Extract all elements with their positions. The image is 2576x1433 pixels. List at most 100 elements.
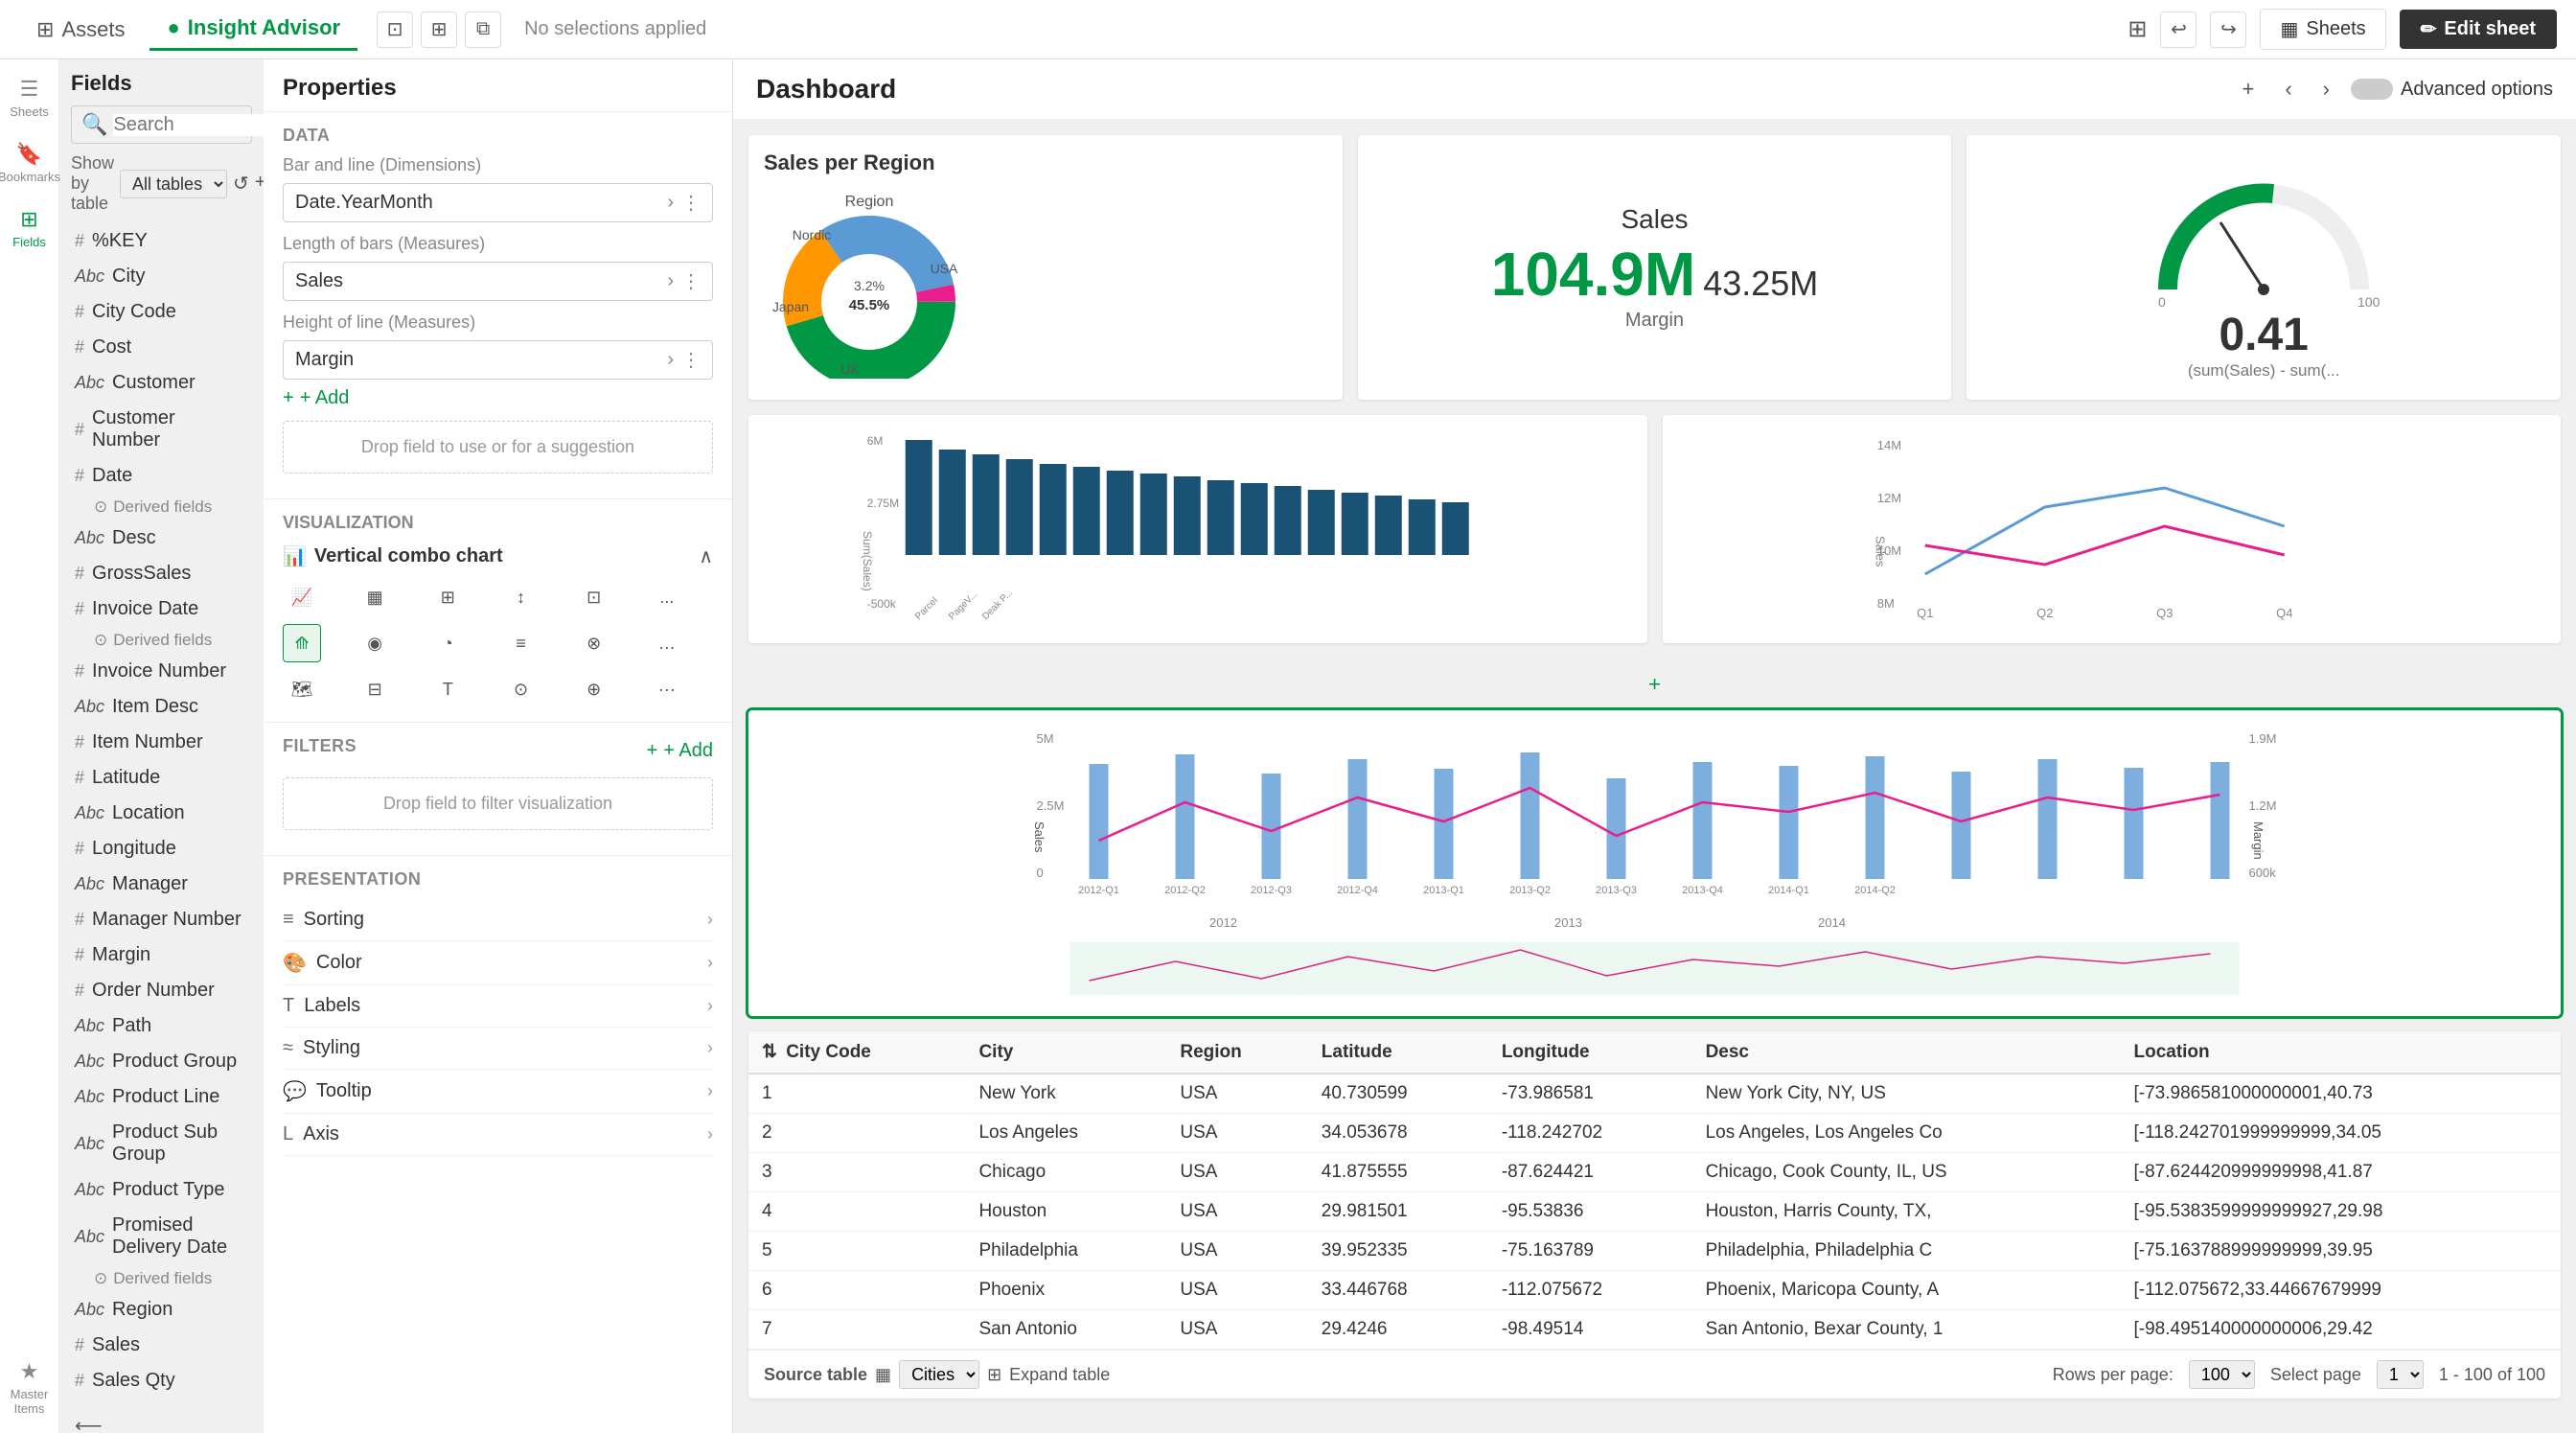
viz-chevron-icon[interactable]: ∧ bbox=[699, 544, 713, 568]
axis-item[interactable]: L Axis › bbox=[283, 1114, 713, 1156]
collapse-sidebar-btn[interactable]: ⟵ bbox=[71, 1406, 252, 1433]
field-item-manager-number[interactable]: #Manager Number bbox=[71, 902, 252, 937]
col-latitude[interactable]: Latitude bbox=[1308, 1031, 1488, 1074]
sidebar-tab-master-items[interactable]: ★ Master Items bbox=[3, 1350, 57, 1425]
col-desc[interactable]: Desc bbox=[1692, 1031, 2121, 1074]
viz-map-icon[interactable]: 🗺 bbox=[283, 670, 321, 708]
edit-sheet-button[interactable]: ✏ Edit sheet bbox=[2400, 10, 2557, 49]
field-item-sales[interactable]: #Sales bbox=[71, 1328, 252, 1363]
field-item-product-type[interactable]: AbcProduct Type bbox=[71, 1172, 252, 1208]
field-item-invoice-date[interactable]: #Invoice Date bbox=[71, 591, 252, 627]
viz-dots-icon[interactable]: … bbox=[648, 624, 686, 662]
tool-icon-btn[interactable]: ⧉ bbox=[465, 12, 501, 48]
select-page-select[interactable]: 1 bbox=[2377, 1360, 2424, 1389]
sidebar-tab-sheets[interactable]: ☰ Sheets bbox=[3, 67, 57, 128]
add-chart-btn[interactable]: + bbox=[2232, 71, 2264, 107]
table-row[interactable]: 1 New York USA 40.730599 -73.986581 New … bbox=[748, 1074, 2561, 1114]
undo-icon-btn[interactable]: ↩ bbox=[2160, 12, 2196, 48]
rows-per-page-select[interactable]: 100 bbox=[2189, 1360, 2255, 1389]
tooltip-item[interactable]: 💬 Tooltip › bbox=[283, 1070, 713, 1114]
field-item-longitude[interactable]: #Longitude bbox=[71, 831, 252, 867]
field-item-product-sub-group[interactable]: AbcProduct Sub Group bbox=[71, 1115, 252, 1172]
add-filter-button[interactable]: + + Add bbox=[647, 740, 713, 762]
viz-filter-icon[interactable]: ⊟ bbox=[356, 670, 394, 708]
viz-treemap-icon[interactable]: ⊞ bbox=[428, 578, 467, 616]
tab-assets[interactable]: ⊞ Assets bbox=[19, 10, 142, 50]
table-row[interactable]: 7 San Antonio USA 29.4246 -98.49514 San … bbox=[748, 1310, 2561, 1350]
prev-btn[interactable]: ‹ bbox=[2275, 71, 2301, 107]
more-icon-2[interactable]: ⋮ bbox=[681, 269, 701, 293]
viz-more-icon[interactable]: ... bbox=[648, 578, 686, 616]
viz-waterfall-icon[interactable]: ↕ bbox=[501, 578, 540, 616]
field-item-city[interactable]: AbcCity bbox=[71, 259, 252, 294]
viz-button-icon[interactable]: ⊙ bbox=[501, 670, 540, 708]
viz-combo-icon[interactable]: ⟰ bbox=[283, 624, 321, 662]
field-item-invoice-number[interactable]: #Invoice Number bbox=[71, 654, 252, 689]
viz-line-icon[interactable]: 📈 bbox=[283, 578, 321, 616]
table-row[interactable]: 4 Houston USA 29.981501 -95.53836 Housto… bbox=[748, 1192, 2561, 1232]
sidebar-tab-bookmarks[interactable]: 🔖 Bookmarks bbox=[3, 132, 57, 194]
field-item-customer-number[interactable]: #Customer Number bbox=[71, 401, 252, 458]
toggle-switch[interactable] bbox=[2351, 79, 2393, 100]
chevron-right-icon-3[interactable]: › bbox=[667, 349, 674, 371]
viz-text-icon[interactable]: T bbox=[428, 670, 467, 708]
viz-custom-icon[interactable]: ⊕ bbox=[575, 670, 613, 708]
viz-extra-icon[interactable]: ··· bbox=[648, 670, 686, 708]
field-item-date[interactable]: #Date bbox=[71, 458, 252, 494]
height-line-field[interactable]: Margin › ⋮ bbox=[283, 340, 713, 380]
field-item-gross-sales[interactable]: #GrossSales bbox=[71, 556, 252, 591]
refresh-icon[interactable]: ↺ bbox=[233, 172, 249, 196]
field-item-city-code[interactable]: #City Code bbox=[71, 294, 252, 330]
viz-pivot-icon[interactable]: ⊗ bbox=[575, 624, 613, 662]
sheets-button[interactable]: ▦ Sheets bbox=[2260, 9, 2385, 50]
source-table-select[interactable]: Cities bbox=[899, 1360, 979, 1389]
sorting-item[interactable]: ≡ Sorting › bbox=[283, 899, 713, 941]
field-item-promised-delivery-date[interactable]: AbcPromised Delivery Date bbox=[71, 1208, 252, 1265]
styling-item[interactable]: ≈ Styling › bbox=[283, 1028, 713, 1070]
more-icon[interactable]: ⋮ bbox=[681, 191, 701, 215]
viz-gauge-icon[interactable]: ◔ bbox=[428, 624, 467, 662]
viz-table-icon[interactable]: ≡ bbox=[501, 624, 540, 662]
more-icon-3[interactable]: ⋮ bbox=[681, 348, 701, 372]
col-city[interactable]: City bbox=[965, 1031, 1166, 1074]
field-item-manager[interactable]: AbcManager bbox=[71, 867, 252, 902]
field-item-order-number[interactable]: #Order Number bbox=[71, 973, 252, 1008]
viz-bar-icon[interactable]: ▦ bbox=[356, 578, 394, 616]
labels-item[interactable]: T Labels › bbox=[283, 985, 713, 1028]
field-item-sales-qty[interactable]: #Sales Qty bbox=[71, 1363, 252, 1398]
table-row[interactable]: 3 Chicago USA 41.875555 -87.624421 Chica… bbox=[748, 1153, 2561, 1192]
field-item-customer[interactable]: AbcCustomer bbox=[71, 365, 252, 401]
col-region[interactable]: Region bbox=[1166, 1031, 1307, 1074]
field-item-key[interactable]: #%KEY bbox=[71, 223, 252, 259]
bar-line-dim-field[interactable]: Date.YearMonth › ⋮ bbox=[283, 183, 713, 222]
grid-icon[interactable]: ⊞ bbox=[2128, 15, 2147, 43]
col-longitude[interactable]: Longitude bbox=[1488, 1031, 1692, 1074]
field-item-item-desc[interactable]: AbcItem Desc bbox=[71, 689, 252, 725]
table-scroll[interactable]: ⇅ City Code City Region Latitude Longitu… bbox=[748, 1031, 2561, 1350]
add-chart-row-button[interactable]: + bbox=[748, 659, 2561, 710]
color-item[interactable]: 🎨 Color › bbox=[283, 941, 713, 985]
fields-search-input[interactable] bbox=[113, 114, 264, 136]
col-city-code[interactable]: ⇅ City Code bbox=[748, 1031, 965, 1074]
chevron-right-icon-2[interactable]: › bbox=[667, 270, 674, 292]
sidebar-tab-fields[interactable]: ⊞ Fields bbox=[3, 197, 57, 259]
advanced-options-toggle[interactable]: Advanced options bbox=[2351, 79, 2553, 101]
field-item-margin[interactable]: #Margin bbox=[71, 937, 252, 973]
viz-pie-icon[interactable]: ◉ bbox=[356, 624, 394, 662]
field-item-product-line[interactable]: AbcProduct Line bbox=[71, 1079, 252, 1115]
table-row[interactable]: 6 Phoenix USA 33.446768 -112.075672 Phoe… bbox=[748, 1271, 2561, 1310]
field-item-desc[interactable]: AbcDesc bbox=[71, 520, 252, 556]
field-item-latitude[interactable]: #Latitude bbox=[71, 760, 252, 796]
viz-scatter-icon[interactable]: ⊡ bbox=[575, 578, 613, 616]
tab-insight-advisor[interactable]: ● Insight Advisor bbox=[150, 8, 357, 51]
length-bars-field[interactable]: Sales › ⋮ bbox=[283, 262, 713, 301]
field-item-path[interactable]: AbcPath bbox=[71, 1008, 252, 1044]
field-item-location[interactable]: AbcLocation bbox=[71, 796, 252, 831]
all-tables-select[interactable]: All tables bbox=[120, 170, 227, 198]
table-row[interactable]: 2 Los Angeles USA 34.053678 -118.242702 … bbox=[748, 1114, 2561, 1153]
lasso-icon-btn[interactable]: ⊡ bbox=[377, 12, 413, 48]
field-item-cost[interactable]: #Cost bbox=[71, 330, 252, 365]
field-item-item-number[interactable]: #Item Number bbox=[71, 725, 252, 760]
table-row[interactable]: 5 Philadelphia USA 39.952335 -75.163789 … bbox=[748, 1232, 2561, 1271]
fields-search-box[interactable]: 🔍 bbox=[71, 105, 252, 144]
